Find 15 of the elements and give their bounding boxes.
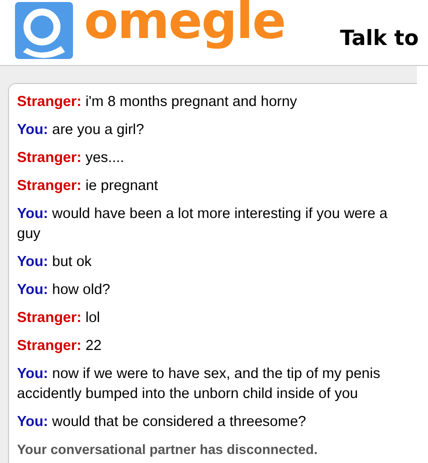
logo-icon — [15, 2, 73, 59]
chat-message: You: would that be considered a threesome? — [17, 413, 308, 432]
chat-message: You: now if we were to have sex, and the tip of my penis accidently bumped into the unborn child inside of you — [17, 365, 382, 404]
chat-message: Stranger: 22 — [17, 337, 103, 356]
logo-wordmark: omegle — [84, 0, 286, 50]
tagline: Talk to — [340, 26, 420, 50]
chat-message: Stranger: yes.... — [17, 149, 126, 168]
chat-message: Stranger: i'm 8 months pregnant and horny — [17, 93, 298, 112]
chat-message: You: would have been a lot more interesting if you were a guy — [17, 205, 388, 244]
status-message: Your conversational partner has disconnected. — [17, 441, 319, 459]
chat-message: Stranger: ie pregnant — [17, 177, 160, 196]
chat-message: Stranger: lol — [17, 309, 102, 328]
chat-message: You: are you a girl? — [17, 121, 146, 140]
chat-message: You: how old? — [17, 281, 112, 300]
chat-message: You: but ok — [17, 253, 93, 272]
